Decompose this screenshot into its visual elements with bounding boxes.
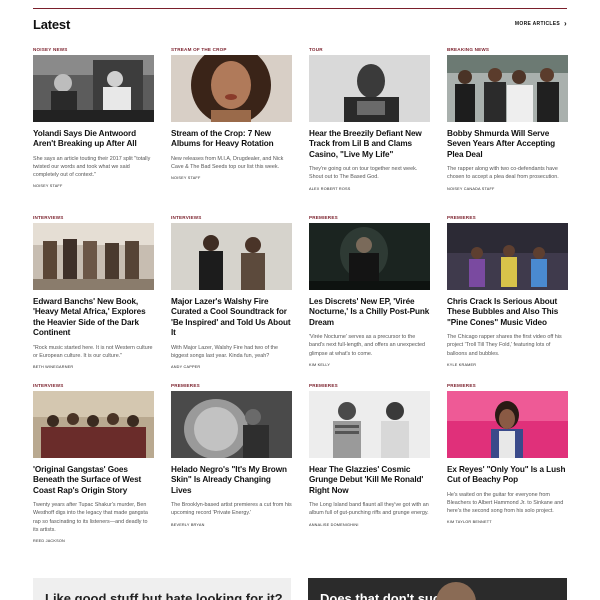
article-author[interactable]: NOISEY CANADA STAFF [447,187,568,191]
article-description: She says an article touting their 2017 s… [33,155,151,179]
article-author[interactable]: BETH WINEGARNER [33,365,154,369]
article-thumbnail[interactable] [33,391,154,458]
article-author[interactable]: ALEX ROBERT ROSS [309,187,430,191]
article-grid: NOISEY NEWS Yolandi Says Die Antwoord Ar… [33,46,568,550]
article-title[interactable]: Bobby Shmurda Will Serve Seven Years Aft… [447,129,568,160]
newsletter-promo-text: Like good stuff but hate looking for it? [45,591,283,600]
article-thumbnail[interactable] [171,223,292,290]
article-author[interactable]: KYLE KRAMER [447,363,568,367]
article-category[interactable]: PREMIERES [171,382,292,391]
article-card[interactable]: PREMIERES Les Discrets' New EP, 'Virée N… [309,214,430,382]
article-card[interactable]: PREMIERES Chris Crack Is Serious About T… [447,214,568,382]
feature-promo[interactable]: Does that don't suck [308,578,567,600]
article-author[interactable]: ANNALISE DOMENIGHINI [309,523,430,527]
article-card[interactable]: TOUR Hear the Breezily Defiant New Track… [309,46,430,214]
article-category[interactable]: NOISEY NEWS [33,46,154,55]
article-title[interactable]: Hear the Breezily Defiant New Track from… [309,129,430,160]
latest-section: Latest MORE ARTICLES › NOISEY NEWS Yolan… [33,8,568,543]
article-author[interactable]: NOISEY STAFF [33,184,154,188]
article-title[interactable]: Major Lazer's Walshy Fire Curated a Cool… [171,297,292,339]
article-description: With Major Lazer, Walshy Fire had two of… [171,344,279,359]
promo-image [436,582,476,600]
article-thumbnail[interactable] [33,223,154,290]
article-description: He's waited on the guitar for everyone f… [447,491,564,515]
article-description: "Rock music started here. It is not West… [33,344,153,359]
article-card[interactable]: STREAM OF THE CROP Stream of the Crop: 7… [171,46,292,214]
article-category[interactable]: PREMIERES [309,214,430,223]
article-card[interactable]: BREAKING NEWS Bobby Shmurda Will Serve S… [447,46,568,214]
more-articles-label: MORE ARTICLES [514,21,561,27]
article-title[interactable]: Ex Reyes' "Only You" Is a Lush Cut of Be… [447,465,568,486]
article-title[interactable]: Stream of the Crop: 7 New Albums for Hea… [171,129,292,150]
article-thumbnail[interactable] [447,391,568,458]
section-title: Latest [33,16,71,32]
article-category[interactable]: PREMIERES [447,214,568,223]
article-title[interactable]: 'Original Gangstas' Goes Beneath the Sur… [33,465,154,496]
article-category[interactable]: STREAM OF THE CROP [171,46,292,55]
article-thumbnail[interactable] [309,223,430,290]
article-description: The Brooklyn-based artist premieres a cu… [171,502,292,517]
article-description: 'Virée Nocturne' serves as a precursor t… [309,334,426,357]
article-title[interactable]: Edward Banchs' New Book, 'Heavy Metal Af… [33,297,154,339]
article-author[interactable]: REED JACKSON [33,539,154,543]
article-card[interactable]: PREMIERES Ex Reyes' "Only You" Is a Lush… [447,382,568,550]
article-thumbnail[interactable] [447,223,568,290]
article-title[interactable]: Yolandi Says Die Antwoord Aren't Breakin… [33,129,154,150]
article-category[interactable]: PREMIERES [447,382,568,391]
article-author[interactable]: KIM KELLY [309,363,430,367]
chevron-right-icon: › [564,19,567,28]
article-description: They're going out on tour together next … [309,166,418,181]
article-description: The rapper along with two co-defendants … [447,166,559,181]
article-category[interactable]: TOUR [309,46,430,55]
more-articles-link[interactable]: MORE ARTICLES › [515,20,567,28]
article-author[interactable]: BEVERLY BRYAN [171,523,292,527]
newsletter-promo[interactable]: Like good stuff but hate looking for it? [33,578,291,600]
article-title[interactable]: Hear The Glazzies' Cosmic Grunge Debut '… [309,465,430,496]
article-card[interactable]: PREMIERES Hear The Glazzies' Cosmic Grun… [309,382,430,550]
article-thumbnail[interactable] [447,55,568,122]
article-title[interactable]: Les Discrets' New EP, 'Virée Nocturne,' … [309,297,430,328]
article-card[interactable]: NOISEY NEWS Yolandi Says Die Antwoord Ar… [33,46,154,214]
article-author[interactable]: KIM TAYLOR BENNETT [447,520,568,524]
article-card[interactable]: PREMIERES Helado Negro's "It's My Brown … [171,382,292,550]
article-thumbnail[interactable] [309,391,430,458]
article-author[interactable]: ANDY CAPPER [171,365,292,369]
article-category[interactable]: INTERVIEWS [171,214,292,223]
article-card[interactable]: INTERVIEWS 'Original Gangstas' Goes Bene… [33,382,154,550]
article-thumbnail[interactable] [171,391,292,458]
article-card[interactable]: INTERVIEWS Major Lazer's Walshy Fire Cur… [171,214,292,382]
article-card[interactable]: INTERVIEWS Edward Banchs' New Book, 'Hea… [33,214,154,382]
article-description: New releases from M.I.A, Drugdealer, and… [171,155,284,171]
feature-promo-text: Does that don't suck [320,591,448,600]
article-description: Twenty years after Tupac Shakur's murder… [33,502,148,533]
article-thumbnail[interactable] [33,55,154,122]
article-description: The Long Island band flaunt all they've … [309,502,429,517]
article-category[interactable]: INTERVIEWS [33,214,154,223]
article-author[interactable]: NOISEY STAFF [171,176,292,180]
article-category[interactable]: BREAKING NEWS [447,46,568,55]
article-title[interactable]: Chris Crack Is Serious About These Bubbl… [447,297,568,328]
article-thumbnail[interactable] [171,55,292,122]
article-category[interactable]: PREMIERES [309,382,430,391]
article-description: The Chicago rapper shares the first vide… [447,334,562,357]
article-thumbnail[interactable] [309,55,430,122]
article-category[interactable]: INTERVIEWS [33,382,154,391]
section-header: Latest MORE ARTICLES › [33,9,567,39]
article-title[interactable]: Helado Negro's "It's My Brown Skin" Is A… [171,465,292,496]
